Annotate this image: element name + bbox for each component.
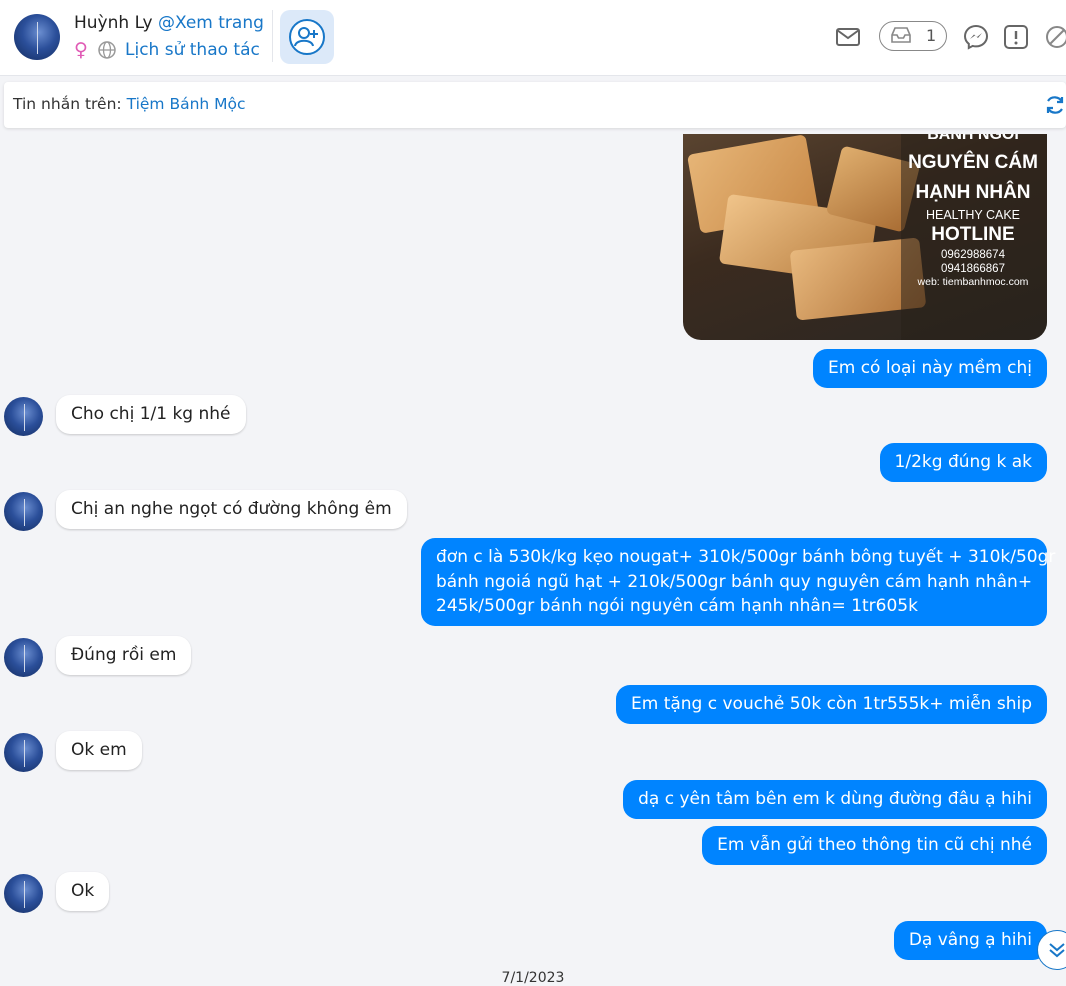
caption-line3: HẠNH NHÂN [915,182,1031,203]
inbox-icon [891,27,911,43]
caption-line4: HEALTHY CAKE [925,208,1020,222]
date-separator: 7/1/2023 [501,970,565,986]
female-gender-icon: ♀ [74,39,88,61]
customer-avatar [4,492,43,531]
customer-avatar [4,874,43,913]
add-friend-icon [289,19,325,55]
contact-name: Huỳnh Ly @Xem trang [74,13,264,33]
image-caption: BÁNH NGÓI NGUYÊN CÁM HẠNH NHÂN HEALTHY C… [905,134,1041,288]
scroll-to-bottom-button[interactable] [1037,930,1066,970]
incoming-message: Đúng rồi em [56,636,192,675]
message-thread[interactable]: BÁNH NGÓI NGUYÊN CÁM HẠNH NHÂN HEALTHY C… [0,130,1066,986]
caption-line2: NGUYÊN CÁM [908,152,1038,173]
message-line: bánh ngoiá ngũ hạt + 210k/500gr bánh quy… [436,571,1033,592]
double-chevron-down-icon [1049,943,1065,958]
source-label: Tin nhắn trên: Tiệm Bánh Mộc [13,95,246,113]
caption-phone2: 0941866867 [941,263,1005,275]
message-line: đơn c là 530k/kg kẹo nougat+ 310k/500gr … [436,547,1056,567]
caption-line1: BÁNH NGÓI [927,134,1019,143]
conversation-header: Huỳnh Ly @Xem trang ♀ Lịch sử thao tác 1 [0,0,1066,76]
source-label-text: Tin nhắn trên: [13,95,127,113]
product-image[interactable]: BÁNH NGÓI NGUYÊN CÁM HẠNH NHÂN HEALTHY C… [683,134,1047,340]
customer-avatar [4,733,43,772]
source-page-link[interactable]: Tiệm Bánh Mộc [127,95,246,113]
contact-avatar[interactable] [14,14,60,60]
outgoing-message: dạ c yên tâm bên em k dùng đường đâu ạ h… [623,780,1047,819]
message-line: 245k/500gr bánh ngói nguyên cám hạnh nhâ… [436,596,918,616]
outgoing-message: Em có loại này mềm chị [812,349,1047,388]
action-history-link[interactable]: Lịch sử thao tác [125,40,260,60]
outgoing-message: Dạ vâng ạ hihi [893,921,1047,960]
inbox-badge[interactable]: 1 [879,21,947,51]
customer-avatar [4,638,43,677]
outgoing-message: Em tặng c vouchẻ 50k còn 1tr555k+ miễn s… [615,685,1047,724]
incoming-message: Ok [56,872,110,911]
caption-web: web: tiembanhmoc.com [917,276,1029,288]
globe-icon [98,41,116,59]
report-icon[interactable] [1003,24,1029,50]
outgoing-message: 1/2kg đúng k ak [879,443,1047,482]
refresh-icon[interactable] [1044,94,1066,116]
block-icon[interactable] [1044,24,1066,50]
contact-name-text: Huỳnh Ly [74,13,153,33]
caption-line5: HOTLINE [931,224,1015,245]
messenger-icon[interactable] [963,24,989,50]
customer-avatar [4,397,43,436]
header-divider [272,10,273,62]
add-friend-button[interactable] [280,10,334,64]
incoming-message: Chị an nghe ngọt có đường không êm [56,490,407,529]
incoming-message: Ok em [56,731,142,770]
view-page-link[interactable]: @Xem trang [158,13,264,33]
incoming-message: Cho chị 1/1 kg nhé [56,395,246,434]
outgoing-message: Em vẫn gửi theo thông tin cũ chị nhé [702,826,1047,865]
message-source-bar: Tin nhắn trên: Tiệm Bánh Mộc [4,82,1066,128]
mail-icon[interactable] [835,24,861,50]
inbox-count: 1 [926,26,937,45]
outgoing-message: đơn c là 530k/kg kẹo nougat+ 310k/500gr … [421,538,1056,626]
caption-phone1: 0962988674 [941,249,1005,261]
